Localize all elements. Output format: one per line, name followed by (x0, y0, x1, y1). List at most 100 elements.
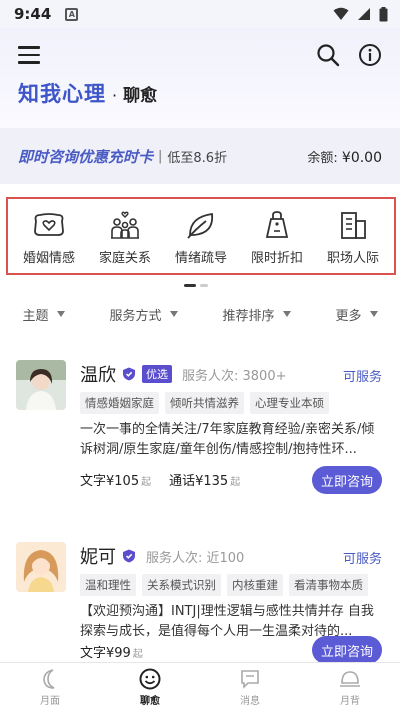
price-row: 文字¥99 起 (80, 642, 143, 661)
serve-count: 服务人次: 近100 (146, 550, 245, 566)
counselor-tags: 温和理性 关系模式识别 内核重建 看清事物本质 (80, 574, 368, 596)
balance: 余额: ¥0.00 (307, 147, 382, 166)
status-time: 9:44 (14, 5, 52, 23)
moon-back-icon (340, 671, 360, 687)
counselor-tags: 情感婚姻家庭 倾听共情滋养 心理专业本硕 (80, 392, 329, 414)
text-price-value: 文字¥99 (80, 646, 131, 661)
availability-status: 可服务 (342, 370, 382, 385)
category-label: 家庭关系 (98, 251, 151, 266)
category-label: 职场人际 (326, 251, 379, 266)
tag: 情感婚姻家庭 (80, 392, 159, 414)
consult-now-button[interactable]: 立即咨询 (312, 636, 382, 664)
nav-label: 聊愈 (140, 696, 160, 707)
status-bar: 9:44 A (0, 0, 400, 28)
tag: 看清事物本质 (289, 574, 368, 596)
nav-label: 月背 (340, 696, 360, 707)
nav-moon-face[interactable]: 月面 (0, 663, 100, 712)
category-discount[interactable]: 限时折扣 (240, 209, 314, 273)
consult-now-button[interactable]: 立即咨询 (312, 466, 382, 494)
category-pager (184, 284, 208, 287)
message-icon (241, 670, 259, 689)
category-bar: 婚姻情感 家庭关系 情绪疏导 限时折扣 职场人际 (6, 197, 396, 275)
call-price-value: 通话¥135 (169, 474, 229, 489)
battery-icon (379, 6, 388, 21)
category-label: 情绪疏导 (174, 251, 227, 266)
tag: 倾听共情滋养 (165, 392, 244, 414)
counselor-name: 温欣 (80, 365, 116, 386)
price-row: 文字¥105 起 通话¥135 起 (80, 470, 240, 489)
price-unit: 起 (141, 477, 152, 488)
price-tag-icon (265, 211, 289, 238)
balance-value: ¥0.00 (341, 149, 382, 166)
nav-chat-heal[interactable]: 聊愈 (100, 663, 200, 712)
category-label: 限时折扣 (250, 251, 303, 266)
filter-label: 服务方式 (109, 308, 162, 324)
avatar (16, 360, 66, 410)
page-title: 聊愈 (123, 86, 158, 106)
moon-icon (43, 669, 55, 689)
serve-count: 服务人次: 3800+ (182, 368, 287, 384)
brand-logo: 知我心理 (18, 82, 106, 106)
filter-label: 推荐排序 (222, 308, 275, 324)
pager-dot-active (184, 284, 196, 287)
nav-moon-back[interactable]: 月背 (300, 663, 400, 712)
filter-sort[interactable]: 推荐排序 (222, 305, 291, 324)
leaf-icon (187, 212, 214, 239)
availability-status: 可服务 (342, 552, 382, 567)
category-workplace[interactable]: 职场人际 (316, 209, 390, 273)
smile-icon (139, 668, 161, 690)
filter-service-mode[interactable]: 服务方式 (109, 305, 178, 324)
header: 知我心理 · 聊愈 (0, 28, 400, 128)
dropdown-arrow-icon (56, 311, 65, 317)
call-price: 通话¥135 起 (169, 470, 240, 489)
nav-label: 消息 (240, 696, 260, 707)
text-price: 文字¥105 起 (80, 470, 151, 489)
tag: 心理专业本硕 (250, 392, 329, 414)
nav-label: 月面 (40, 696, 60, 707)
text-price: 文字¥99 起 (80, 642, 143, 661)
verified-shield-icon (123, 367, 135, 381)
category-label: 婚姻情感 (22, 251, 75, 266)
menu-icon[interactable] (18, 46, 40, 64)
category-marriage[interactable]: 婚姻情感 (12, 209, 86, 273)
tag: 内核重建 (227, 574, 283, 596)
pager-dot (200, 284, 208, 287)
preferred-badge: 优选 (142, 365, 172, 383)
counselor-card[interactable]: 妮可 服务人次: 近100 可服务 温和理性 关系模式识别 内核重建 看清事物本… (0, 542, 400, 664)
promo-title: 即时咨询优惠充时卡 (18, 147, 154, 166)
filter-bar: 主题 服务方式 推荐排序 更多 (0, 300, 400, 328)
promo-discount: 低至8.6折 (167, 150, 228, 166)
category-emotion[interactable]: 情绪疏导 (164, 209, 238, 273)
counselor-name-row: 温欣 优选 服务人次: 3800+ (80, 362, 287, 386)
office-building-icon (341, 212, 366, 239)
category-family[interactable]: 家庭关系 (88, 209, 162, 273)
counselor-description: 一次一事的全情关注/7年家庭教育经验/亲密关系/倾诉树洞/原生家庭/童年创伤/情… (80, 422, 375, 457)
wifi-icon (333, 7, 349, 20)
nav-messages[interactable]: 消息 (200, 663, 300, 712)
counselor-name: 妮可 (80, 547, 116, 568)
notification-a-icon: A (65, 7, 79, 21)
bottom-nav: 月面 聊愈 消息 月背 (0, 662, 400, 712)
brand: 知我心理 · 聊愈 (18, 78, 157, 108)
tag: 温和理性 (80, 574, 136, 596)
signal-icon (358, 8, 370, 20)
filter-more[interactable]: 更多 (335, 305, 378, 324)
dropdown-arrow-icon (282, 311, 291, 317)
text-price-value: 文字¥105 (80, 474, 140, 489)
info-icon[interactable] (358, 43, 382, 67)
dropdown-arrow-icon (169, 311, 178, 317)
filter-theme[interactable]: 主题 (22, 305, 65, 324)
search-icon[interactable] (316, 43, 340, 67)
promo-separator: | (158, 148, 163, 164)
price-unit: 起 (230, 477, 241, 488)
promo-banner[interactable]: 即时咨询优惠充时卡 | 低至8.6折 余额: ¥0.00 (0, 128, 400, 184)
counselor-card[interactable]: 温欣 优选 服务人次: 3800+ 可服务 情感婚姻家庭 倾听共情滋养 心理专业… (0, 360, 400, 510)
status-icons (333, 6, 388, 22)
verified-shield-icon (123, 549, 135, 563)
price-unit: 起 (132, 649, 143, 660)
counselor-name-row: 妮可 服务人次: 近100 (80, 544, 244, 568)
filter-label: 主题 (22, 308, 49, 324)
brand-separator: · (112, 86, 118, 105)
balance-label: 余额: (307, 150, 338, 166)
filter-label: 更多 (335, 308, 362, 324)
